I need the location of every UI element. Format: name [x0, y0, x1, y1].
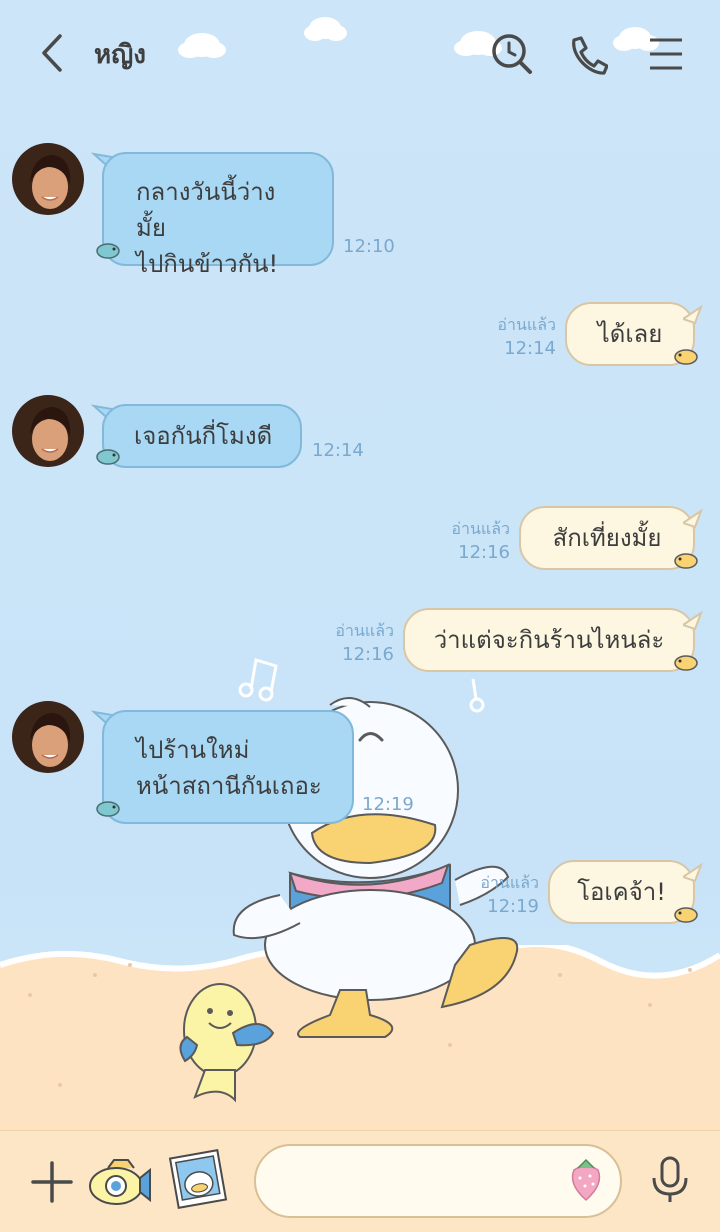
bubble-tail: [683, 509, 703, 529]
message-line: หน้าสถานีกันเถอะ: [136, 772, 322, 800]
message-bubble-incoming[interactable]: ไปร้านใหม่ หน้าสถานีกันเถอะ: [102, 710, 354, 824]
message-time: 12:14: [504, 338, 556, 359]
search-history-icon[interactable]: [490, 32, 534, 80]
message-line: กลางวันนี้ว่างมั้ย: [136, 178, 276, 242]
fish-bubble-icon: [96, 801, 120, 817]
phone-icon[interactable]: [566, 34, 609, 80]
chat-screen: หญิง กลางวันนี้ว่างมั้ย ไปกินข้าวกัน! 12…: [0, 0, 720, 1232]
bubble-tail: [683, 305, 703, 325]
strawberry-sticker-icon[interactable]: [566, 1158, 606, 1206]
avatar[interactable]: [12, 701, 84, 773]
message-text: ได้เลย: [597, 320, 663, 348]
menu-icon[interactable]: [646, 36, 686, 76]
fish-bubble-icon: [96, 449, 120, 465]
message-line: ไปกินข้าวกัน!: [136, 250, 279, 278]
message-bubble-incoming[interactable]: กลางวันนี้ว่างมั้ย ไปกินข้าวกัน!: [102, 152, 334, 278]
avatar[interactable]: [12, 395, 84, 467]
avatar[interactable]: [12, 143, 84, 215]
fish-bubble-icon: [674, 655, 698, 671]
message-time: 12:10: [343, 236, 395, 257]
message-time: 12:16: [458, 542, 510, 563]
message-text: โอเคจ้า!: [577, 878, 666, 906]
message-line: เจอกันกี่โมงดี: [134, 422, 273, 450]
fish-bubble-icon: [674, 349, 698, 365]
bubble-tail: [683, 863, 703, 883]
message-bubble-incoming[interactable]: เจอกันกี่โมงดี: [102, 404, 302, 468]
message-time: 12:16: [342, 644, 394, 665]
message-time: 12:19: [487, 896, 539, 917]
fish-bubble-icon: [674, 907, 698, 923]
plus-icon[interactable]: [30, 1160, 74, 1208]
microphone-icon[interactable]: [648, 1154, 692, 1208]
message-bubble-outgoing[interactable]: ว่าแต่จะกินร้านไหนล่ะ: [403, 608, 695, 672]
message-line: ไปร้านใหม่: [136, 736, 250, 764]
bubble-tail: [683, 611, 703, 631]
fish-bubble-icon: [96, 243, 120, 259]
message-text: ว่าแต่จะกินร้านไหนล่ะ: [433, 626, 665, 654]
camera-icon[interactable]: [88, 1156, 154, 1212]
chat-title: หญิง: [94, 40, 146, 70]
fish-character-illustration: [179, 983, 275, 1103]
message-time: 12:19: [362, 794, 414, 815]
message-bubble-outgoing[interactable]: สักเที่ยงมั้ย: [519, 506, 695, 570]
read-status: อ่านแล้ว: [451, 519, 510, 538]
message-time: 12:14: [312, 440, 364, 461]
message-text: สักเที่ยงมั้ย: [552, 524, 662, 552]
read-status: อ่านแล้ว: [480, 873, 539, 892]
read-status: อ่านแล้ว: [497, 315, 556, 334]
back-chevron-icon[interactable]: [36, 30, 66, 80]
photo-album-icon[interactable]: [168, 1148, 228, 1214]
fish-bubble-icon: [674, 553, 698, 569]
read-status: อ่านแล้ว: [335, 621, 394, 640]
